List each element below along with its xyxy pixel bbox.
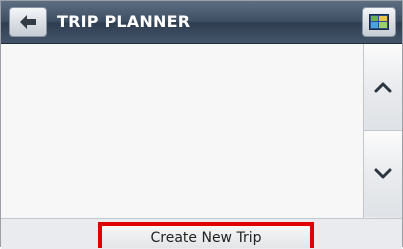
bottom-toolbar: Create New Trip [1,218,402,249]
map-view-icon [369,14,389,30]
scroll-down-button[interactable] [364,131,402,217]
create-new-trip-button[interactable]: Create New Trip [98,222,314,248]
scroll-up-button[interactable] [364,44,402,131]
arrow-left-icon [20,15,36,29]
scrollbar [363,44,402,218]
back-button[interactable] [9,7,47,37]
chevron-up-icon [374,82,392,93]
trip-list [1,44,363,218]
trip-planner-screen: TRIP PLANNER Create New Trip [0,0,403,249]
page-title: TRIP PLANNER [57,12,191,31]
title-bar: TRIP PLANNER [1,1,402,44]
create-new-trip-label: Create New Trip [150,230,262,246]
chevron-down-icon [374,168,392,179]
map-view-button[interactable] [362,7,396,37]
